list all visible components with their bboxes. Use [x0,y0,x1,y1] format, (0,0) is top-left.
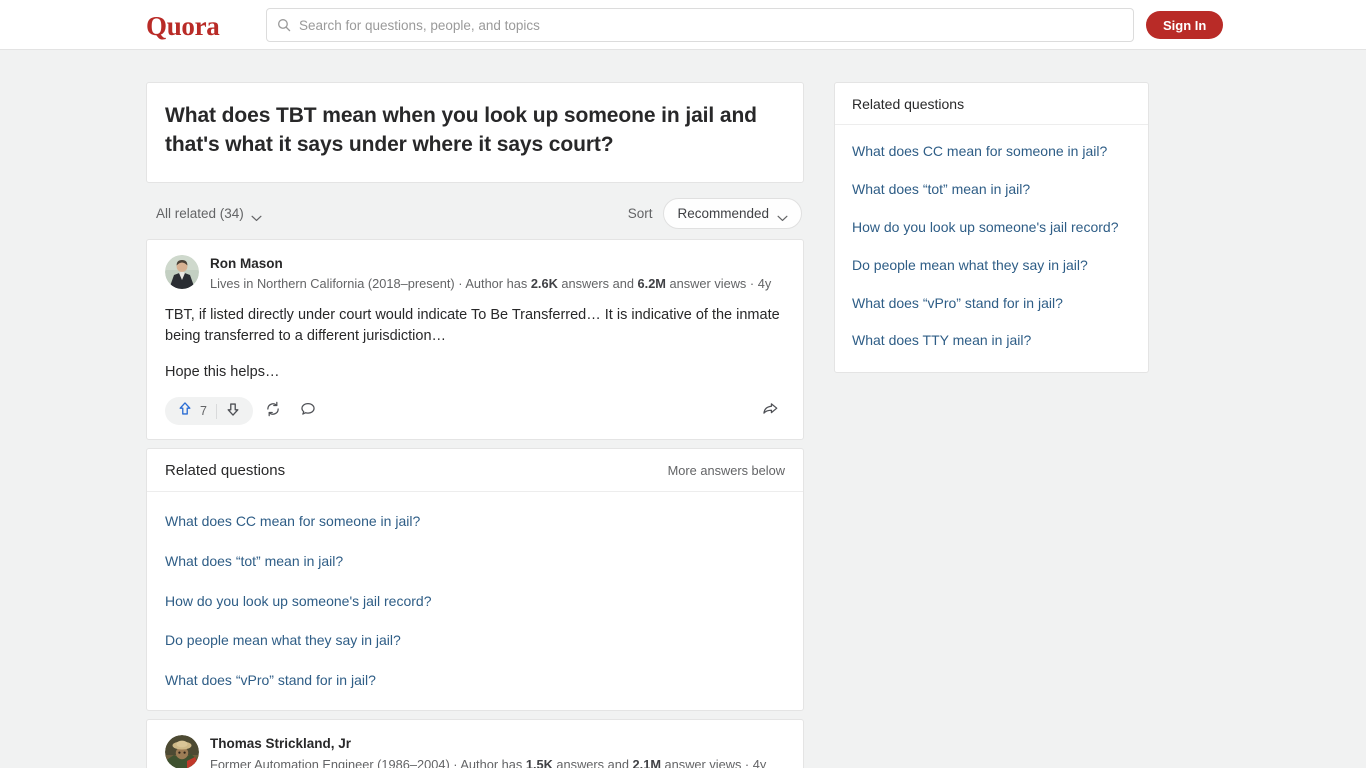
sort-label: Sort [627,206,653,222]
credential-mid: answers and [557,276,638,292]
credential-prefix: Former Automation Engineer (1986–2004) ·… [210,756,526,768]
credential-prefix: Lives in Northern California (2018–prese… [210,276,531,292]
author-credential: Lives in Northern California (2018–prese… [210,274,771,293]
related-questions-list: What does CC mean for someone in jail? W… [147,492,803,710]
sidebar-related-question-link[interactable]: What does “tot” mean in jail? [852,171,1131,209]
search-bar[interactable] [266,8,1134,42]
upvote-count: 7 [200,404,207,419]
sidebar-related-question-link[interactable]: What does CC mean for someone in jail? [852,133,1131,171]
all-related-dropdown[interactable]: All related (34) [156,206,262,222]
answer-filter-bar: All related (34) Sort Recommended [146,191,804,237]
upvote-icon [177,401,193,422]
quora-logo[interactable]: Quora [146,11,220,42]
downvote-button[interactable] [217,397,249,425]
answer-author: Thomas Strickland, Jr Former Automation … [165,734,785,768]
related-questions-main: Related questions More answers below Wha… [146,448,804,712]
repost-icon [265,401,281,422]
share-icon [761,401,779,422]
sign-in-button[interactable]: Sign In [1146,11,1224,39]
sidebar: Related questions What does CC mean for … [834,82,1149,381]
action-bar-left: 7 [165,397,323,426]
sidebar-related-questions-list: What does CC mean for someone in jail? W… [835,125,1148,372]
author-meta: Thomas Strickland, Jr Former Automation … [210,734,766,768]
page-title: What does TBT mean when you look up some… [165,104,757,156]
all-related-label: All related (34) [156,206,244,222]
credential-suffix: answer views · 4y [665,276,772,292]
sort-dropdown[interactable]: Recommended [663,198,802,230]
related-question-link[interactable]: How do you look up someone's jail record… [165,582,785,622]
author-name[interactable]: Thomas Strickland, Jr [210,735,766,753]
comment-icon [300,401,316,422]
sort-controls: Sort Recommended [627,198,802,230]
answer-card: Ron Mason Lives in Northern California (… [146,238,804,441]
answers-count: 2.6K [530,276,558,292]
upvote-button[interactable]: 7 [169,397,216,425]
comment-button[interactable] [293,397,323,425]
views-count: 2.1M [632,756,661,768]
related-questions-header: Related questions More answers below [147,449,803,493]
answer-paragraph: TBT, if listed directly under court woul… [165,307,780,345]
answer-body: TBT, if listed directly under court woul… [165,305,785,383]
credential-mid: answers and [552,756,633,768]
sidebar-related-question-link[interactable]: How do you look up someone's jail record… [852,209,1131,247]
more-answers-below-label[interactable]: More answers below [668,463,785,478]
site-header: Quora Sign In [0,0,1366,50]
sidebar-related-questions-title: Related questions [835,83,1148,125]
question-card: What does TBT mean when you look up some… [146,82,804,183]
related-question-link[interactable]: What does “vPro” stand for in jail? [165,661,785,701]
repost-button[interactable] [258,397,288,425]
main-column: What does TBT mean when you look up some… [146,82,804,768]
chevron-down-icon [251,210,262,222]
share-button[interactable] [755,397,785,425]
related-question-link[interactable]: What does “tot” mean in jail? [165,542,785,582]
credential-suffix: answer views · 4y [661,756,767,768]
related-questions-title: Related questions [165,462,286,480]
sidebar-related-question-link[interactable]: Do people mean what they say in jail? [852,247,1131,285]
answer-action-bar: 7 [165,397,785,429]
answers-count: 1.5K [525,756,553,768]
avatar[interactable] [165,735,199,768]
avatar[interactable] [165,254,199,289]
answer-author: Ron Mason Lives in Northern California (… [165,254,785,293]
related-question-link[interactable]: Do people mean what they say in jail? [165,621,785,661]
search-input[interactable] [299,17,1123,33]
downvote-icon [225,401,241,422]
page-body: What does TBT mean when you look up some… [0,50,1366,768]
sort-value: Recommended [677,206,769,222]
vote-pill: 7 [165,397,253,426]
sidebar-related-question-link[interactable]: What does TTY mean in jail? [852,322,1131,360]
chevron-down-icon [777,210,788,222]
related-questions-sidebar: Related questions What does CC mean for … [834,82,1149,374]
author-meta: Ron Mason Lives in Northern California (… [210,254,771,293]
related-question-link[interactable]: What does CC mean for someone in jail? [165,502,785,542]
author-name[interactable]: Ron Mason [210,255,771,273]
answer-card: Thomas Strickland, Jr Former Automation … [146,719,804,768]
views-count: 6.2M [637,276,666,292]
author-credential: Former Automation Engineer (1986–2004) ·… [210,755,766,768]
answer-paragraph: Hope this helps… [165,364,280,381]
sidebar-related-question-link[interactable]: What does “vPro” stand for in jail? [852,285,1131,323]
search-icon [277,18,291,32]
